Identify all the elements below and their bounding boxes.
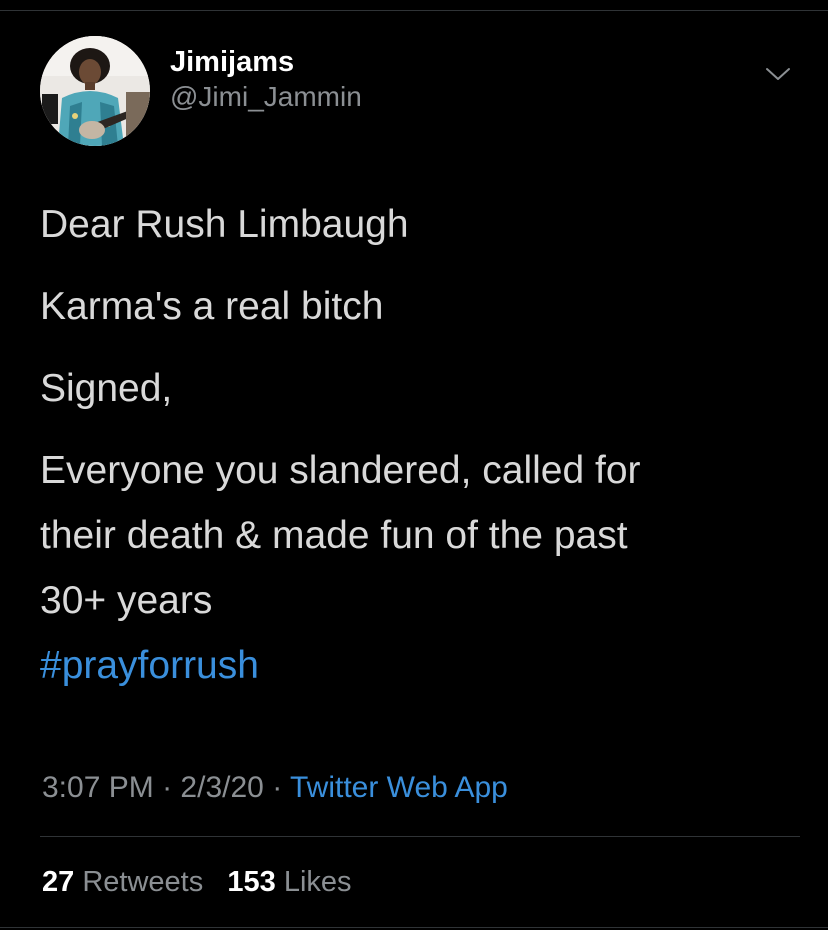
retweets-label: Retweets — [82, 866, 204, 898]
stats-divider — [40, 836, 800, 837]
chevron-down-icon[interactable] — [762, 58, 794, 90]
bottom-divider — [0, 927, 828, 928]
retweets-stat[interactable]: 27 Retweets — [42, 866, 203, 898]
user-handle[interactable]: @Jimi_Jammin — [170, 80, 362, 114]
tweet-meta: 3:07 PM · 2/3/20 · Twitter Web App — [42, 768, 508, 808]
tweet-line: their death & made fun of the past — [40, 514, 628, 557]
tweet-time[interactable]: 3:07 PM — [42, 771, 154, 804]
likes-label: Likes — [283, 866, 352, 898]
author-names: Jimijams @Jimi_Jammin — [170, 44, 362, 114]
retweets-count: 27 — [42, 866, 75, 898]
meta-separator: · — [162, 771, 173, 804]
tweet-stats: 27 Retweets 153 Likes — [42, 862, 352, 902]
tweet-header: Jimijams @Jimi_Jammin — [40, 36, 362, 146]
tweet-body: Dear Rush Limbaugh Karma's a real bitch … — [40, 192, 800, 698]
tweet-line: Dear Rush Limbaugh — [40, 203, 409, 246]
hashtag-link[interactable]: #prayforrush — [40, 644, 259, 687]
tweet-line: Signed, — [40, 367, 173, 410]
avatar[interactable] — [40, 36, 150, 146]
tweet-line: Everyone you slandered, called for — [40, 449, 641, 492]
tweet-line: Karma's a real bitch — [40, 285, 384, 328]
display-name[interactable]: Jimijams — [170, 44, 362, 80]
avatar-image — [40, 36, 150, 146]
meta-separator: · — [272, 771, 283, 804]
top-divider — [0, 10, 828, 11]
tweet-date[interactable]: 2/3/20 — [180, 771, 263, 804]
source-link[interactable]: Twitter Web App — [290, 771, 508, 804]
tweet-line: 30+ years — [40, 579, 213, 622]
likes-stat[interactable]: 153 Likes — [227, 866, 351, 898]
likes-count: 153 — [227, 866, 276, 898]
